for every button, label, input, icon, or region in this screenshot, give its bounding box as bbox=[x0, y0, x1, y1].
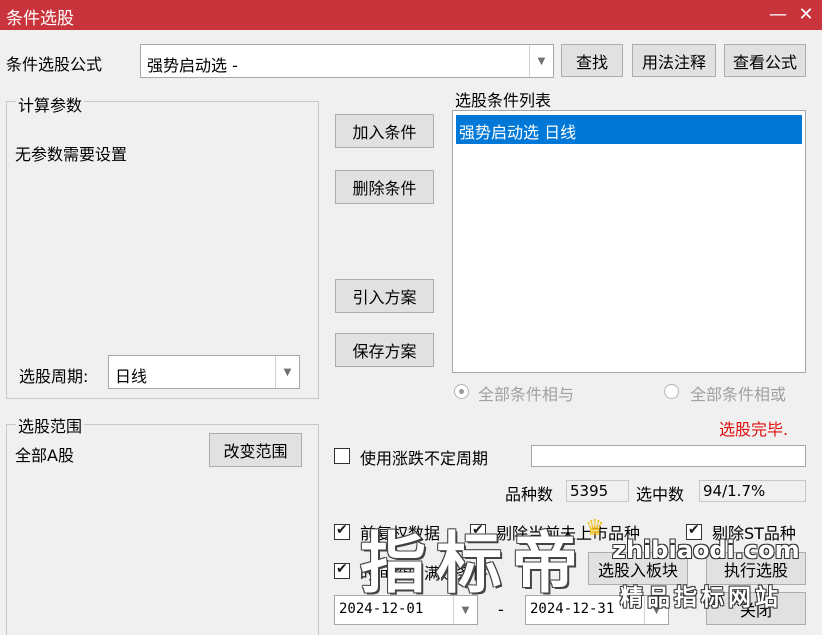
selected-label: 选中数 bbox=[636, 485, 685, 504]
condition-list[interactable]: 强势启动选 日线 bbox=[452, 110, 806, 373]
params-message: 无参数需要设置 bbox=[15, 145, 128, 164]
period-label: 选股周期: bbox=[19, 367, 89, 386]
variable-period-checkbox[interactable] bbox=[334, 448, 350, 464]
scope-group-title: 选股范围 bbox=[16, 413, 85, 437]
list-item-label: 强势启动选 日线 bbox=[459, 123, 577, 142]
period-select[interactable]: 日线 ▼ bbox=[108, 355, 300, 389]
title-bar: 条件选股 — ✕ bbox=[0, 0, 822, 30]
window-title: 条件选股 bbox=[6, 9, 74, 29]
formula-label: 条件选股公式 bbox=[6, 55, 103, 74]
change-scope-button[interactable]: 改变范围 bbox=[209, 433, 302, 467]
logic-or-radio[interactable] bbox=[664, 384, 679, 399]
delete-condition-button[interactable]: 删除条件 bbox=[335, 170, 434, 204]
variable-period-label: 使用涨跌不定周期 bbox=[360, 449, 489, 468]
logic-and-label: 全部条件相与 bbox=[478, 385, 575, 404]
selected-value: 94/1.7% bbox=[699, 480, 806, 502]
close-icon[interactable]: ✕ bbox=[794, 3, 818, 27]
condition-list-title: 选股条件列表 bbox=[455, 91, 552, 110]
watermark-logo: 指标帝 bbox=[360, 525, 588, 602]
chevron-down-icon[interactable]: ▼ bbox=[529, 45, 553, 77]
period-select-value: 日线 bbox=[115, 367, 148, 386]
pre-adjust-checkbox[interactable] bbox=[334, 522, 350, 540]
add-condition-button[interactable]: 加入条件 bbox=[335, 114, 434, 148]
count-value: 5395 bbox=[566, 480, 629, 502]
formula-combobox[interactable]: 强势启动选 - ▼ bbox=[140, 44, 554, 78]
save-plan-button[interactable]: 保存方案 bbox=[335, 333, 434, 367]
watermark-tagline: 精品指标网站 bbox=[620, 585, 782, 611]
scope-value: 全部A股 bbox=[15, 446, 74, 465]
find-button[interactable]: 查找 bbox=[561, 44, 623, 77]
formula-combobox-value: 强势启动选 - bbox=[147, 56, 238, 75]
variable-period-input[interactable] bbox=[531, 445, 806, 467]
time-range-checkbox[interactable] bbox=[334, 561, 350, 579]
params-group-title: 计算参数 bbox=[16, 92, 85, 116]
watermark-url: zhibiaodi.com bbox=[612, 536, 800, 564]
crown-icon: ♛ bbox=[585, 516, 605, 541]
chevron-down-icon[interactable]: ▼ bbox=[275, 356, 299, 388]
view-formula-button[interactable]: 查看公式 bbox=[724, 44, 806, 77]
logic-or-label: 全部条件相或 bbox=[690, 385, 787, 404]
list-item[interactable]: 强势启动选 日线 bbox=[456, 115, 802, 144]
status-text: 选股完毕. bbox=[719, 420, 789, 439]
usage-notes-button[interactable]: 用法注释 bbox=[632, 44, 716, 77]
logic-and-radio[interactable] bbox=[454, 384, 469, 399]
minimize-icon[interactable]: — bbox=[766, 3, 790, 27]
count-label: 品种数 bbox=[505, 485, 554, 504]
import-plan-button[interactable]: 引入方案 bbox=[335, 279, 434, 313]
